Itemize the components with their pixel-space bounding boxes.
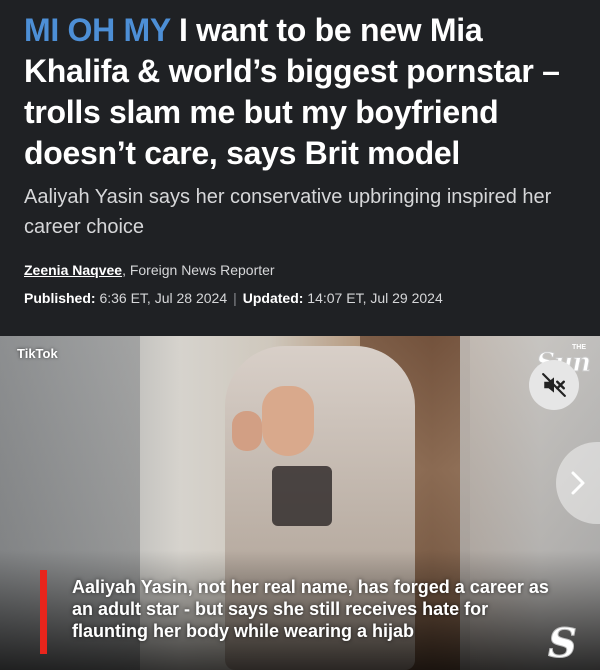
standfirst: Aaliyah Yasin says her conservative upbr…: [24, 186, 552, 238]
video-player[interactable]: TikTok THE Sun Aaliyah Yasin, not her re…: [0, 336, 600, 670]
chevron-right-icon: [571, 471, 585, 495]
video-caption: Aaliyah Yasin, not her real name, has fo…: [72, 577, 549, 641]
video-frame-face: [262, 386, 314, 456]
updated-date: 14:07 ET, Jul 29 2024: [303, 290, 443, 306]
author-role: , Foreign News Reporter: [122, 262, 275, 278]
tiktok-source-label: TikTok: [17, 346, 58, 361]
published-date: 6:36 ET, Jul 28 2024: [95, 290, 228, 306]
headline-kicker: MI OH MY: [24, 12, 171, 48]
speaker-muted-icon: [542, 373, 566, 397]
byline: Zeenia Naqvee, Foreign News Reporter: [24, 262, 275, 278]
published-label: Published:: [24, 290, 96, 306]
date-separator: |: [233, 290, 237, 306]
video-frame-hand: [232, 411, 262, 451]
publish-dates: Published: 6:36 ET, Jul 28 2024 | Updated:…: [24, 290, 443, 306]
mute-button[interactable]: [529, 360, 579, 410]
author-link[interactable]: Zeenia Naqvee: [24, 262, 122, 278]
article-header: MI OH MY I want to be new Mia Khalifa & …: [0, 0, 600, 336]
sun-s-logo: S: [548, 620, 578, 667]
caption-accent-bar: [40, 570, 47, 654]
video-frame-figure-detail: [272, 466, 332, 526]
headline: MI OH MY I want to be new Mia Khalifa & …: [24, 10, 580, 174]
updated-label: Updated:: [242, 290, 304, 306]
